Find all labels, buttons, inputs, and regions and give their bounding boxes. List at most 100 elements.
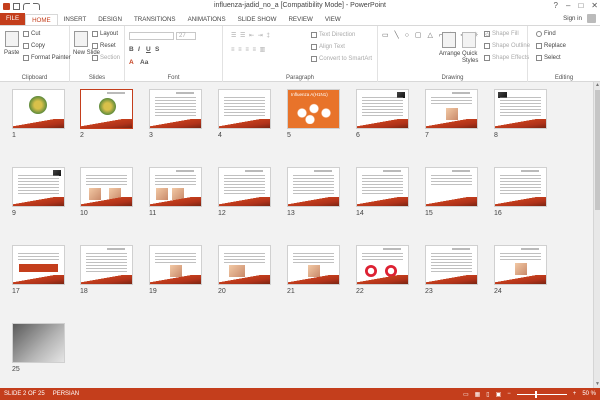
slide-thumbnail[interactable] [494, 167, 547, 207]
reading-view-icon[interactable]: ▯ [486, 391, 489, 398]
normal-view-icon[interactable]: ▭ [463, 391, 469, 398]
slide-thumbnail[interactable] [425, 89, 478, 129]
slide-title: Influenza A(H1N1) [291, 92, 328, 97]
language-indicator[interactable]: PERSIAN [49, 391, 83, 397]
avatar[interactable] [587, 14, 596, 23]
zoom-slider-knob[interactable] [534, 390, 537, 398]
font-size-field[interactable]: 27 [176, 32, 196, 40]
convert-smartart-button[interactable]: Convert to SmartArt [311, 56, 372, 62]
sign-in-link[interactable]: Sign in [563, 15, 582, 22]
help-icon[interactable]: ? [554, 1, 558, 10]
section-button[interactable]: Section [92, 55, 120, 61]
slide-text [86, 253, 127, 273]
scrollbar-thumb[interactable] [595, 90, 600, 210]
paste-button[interactable]: Paste [4, 50, 19, 56]
shadow-button[interactable]: S [155, 46, 159, 53]
brush-icon [23, 55, 29, 61]
quick-styles-button[interactable]: Quick Styles [462, 51, 480, 65]
quick-styles-icon[interactable] [462, 32, 476, 48]
cut-button[interactable]: Cut [23, 31, 40, 37]
italic-button[interactable]: I [138, 46, 140, 53]
change-case-button[interactable]: Aa [140, 59, 148, 66]
bullets-button[interactable]: ☰ ☰ ⇤ ⇥ ‡ [231, 32, 271, 39]
arrange-icon[interactable] [442, 32, 456, 48]
tab-animations[interactable]: ANIMATIONS [182, 14, 232, 25]
slide-thumbnail[interactable] [80, 167, 133, 207]
layout-button[interactable]: Layout [92, 31, 118, 37]
arrange-button[interactable]: Arrange [439, 51, 460, 57]
slide-number: 13 [287, 210, 295, 217]
tab-review[interactable]: REVIEW [282, 14, 318, 25]
tab-file[interactable]: FILE [0, 13, 26, 25]
shape-effects-button[interactable]: Shape Effects [484, 55, 529, 61]
tab-insert[interactable]: INSERT [58, 14, 93, 25]
slide-thumbnail[interactable] [425, 245, 478, 285]
format-painter-button[interactable]: Format Painter [23, 55, 71, 61]
smartart-icon [311, 56, 317, 62]
maximize-icon[interactable]: □ [578, 1, 583, 10]
font-color-button[interactable]: A [129, 59, 134, 66]
slide-number: 19 [149, 288, 157, 295]
slide-thumbnail[interactable] [356, 89, 409, 129]
paste-icon[interactable] [5, 31, 19, 47]
slide-thumbnail[interactable] [356, 167, 409, 207]
zoom-out-button[interactable]: − [507, 391, 511, 397]
slide-thumbnail[interactable] [218, 167, 271, 207]
slide-decoration [219, 119, 270, 128]
slide-thumbnail[interactable] [149, 89, 202, 129]
slide-thumbnail[interactable] [12, 167, 65, 207]
tab-home[interactable]: HOME [25, 14, 58, 25]
slide-number: 11 [149, 210, 157, 217]
slide-thumbnail[interactable] [12, 89, 65, 129]
slide-thumbnail[interactable] [218, 89, 271, 129]
slide-number: 5 [287, 132, 291, 139]
new-slide-icon[interactable] [74, 31, 88, 47]
copy-button[interactable]: Copy [23, 43, 45, 49]
font-label: Font [167, 75, 180, 81]
slide-thumbnail[interactable]: Influenza A(H1N1) [287, 89, 340, 129]
zoom-slider[interactable] [516, 390, 567, 398]
tab-transitions[interactable]: TRANSITIONS [128, 14, 182, 25]
scroll-down-icon[interactable]: ▼ [595, 382, 600, 387]
slide-thumbnail[interactable] [287, 245, 340, 285]
slide-sorter-view-icon[interactable]: ▦ [475, 391, 481, 398]
slide-thumbnail[interactable] [218, 245, 271, 285]
find-button[interactable]: Find [536, 31, 556, 37]
tab-slide-show[interactable]: SLIDE SHOW [232, 14, 283, 25]
slide-thumbnail[interactable] [356, 245, 409, 285]
replace-button[interactable]: Replace [536, 43, 566, 49]
minimize-icon[interactable]: – [566, 1, 570, 10]
text-direction-button[interactable]: Text Direction [311, 32, 355, 38]
close-icon[interactable]: ✕ [591, 1, 598, 10]
shape-fill-button[interactable]: Shape Fill [484, 31, 519, 37]
reset-button[interactable]: Reset [92, 43, 116, 49]
slide-thumbnail[interactable] [287, 167, 340, 207]
slide-thumbnail[interactable] [80, 245, 133, 285]
slide-thumbnail-selected[interactable] [80, 89, 133, 129]
slide-thumbnail[interactable] [12, 323, 65, 363]
vertical-scrollbar[interactable]: ▲ ▼ [593, 82, 600, 388]
align-text-button[interactable]: Align Text [311, 44, 345, 50]
select-button[interactable]: Select [536, 55, 561, 61]
zoom-level[interactable]: 50 % [582, 391, 596, 397]
slide-thumbnail[interactable] [494, 89, 547, 129]
slide-number: 24 [494, 288, 502, 295]
font-name-field[interactable] [129, 32, 174, 40]
slide-heading [245, 170, 263, 172]
text-direction-label: Text Direction [319, 32, 356, 38]
slide-thumbnail[interactable] [12, 245, 65, 285]
slide-show-icon[interactable]: ▣ [496, 391, 502, 398]
bold-button[interactable]: B [129, 46, 134, 53]
underline-button[interactable]: U [146, 46, 151, 53]
shape-outline-button[interactable]: Shape Outline [484, 43, 530, 49]
slide-thumbnail[interactable] [494, 245, 547, 285]
tab-view[interactable]: VIEW [319, 14, 347, 25]
slide-decoration [426, 197, 477, 206]
zoom-in-button[interactable]: + [573, 391, 577, 397]
alignment-buttons[interactable]: ≡ ≡ ≡ ≡ ▥ [231, 46, 266, 53]
slide-thumbnail[interactable] [425, 167, 478, 207]
slide-thumbnail[interactable] [149, 167, 202, 207]
tab-design[interactable]: DESIGN [92, 14, 128, 25]
slide-thumbnail[interactable] [149, 245, 202, 285]
scroll-up-icon[interactable]: ▲ [595, 83, 600, 88]
